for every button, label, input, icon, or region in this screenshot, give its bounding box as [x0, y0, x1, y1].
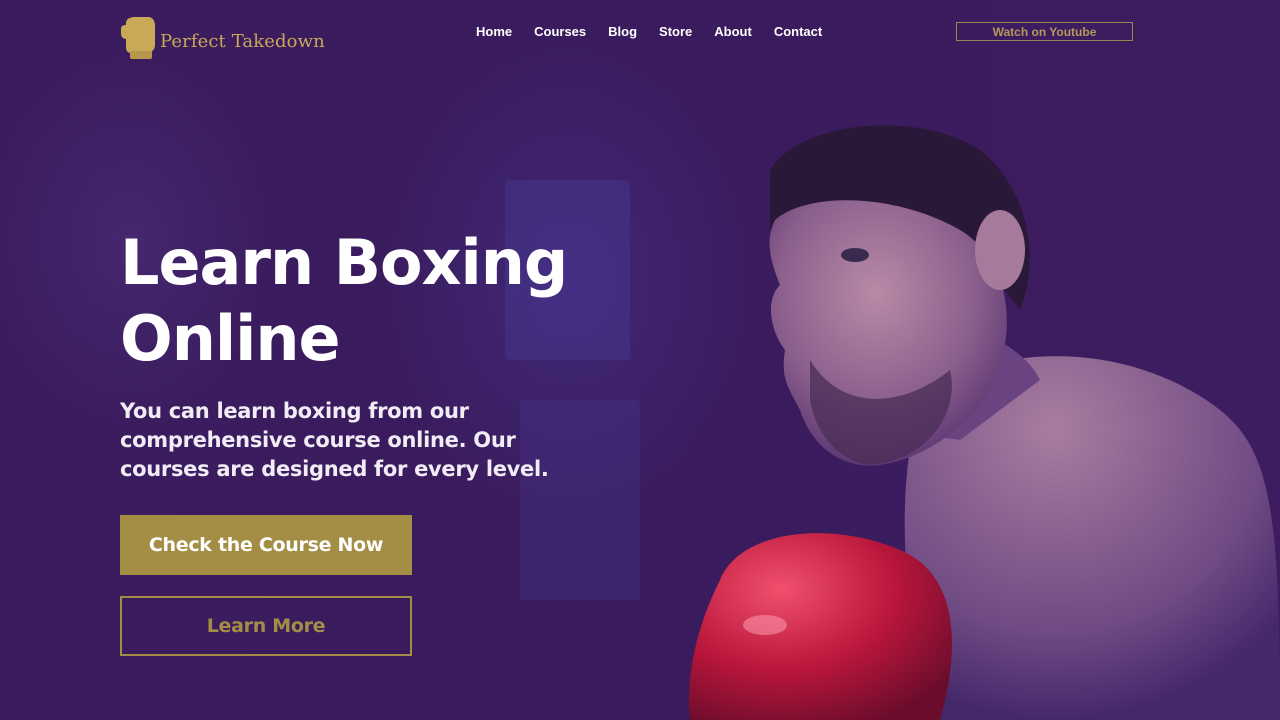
nav-item-store[interactable]: Store [659, 24, 692, 39]
hero-title: Learn Boxing Online [120, 225, 620, 377]
nav-item-home[interactable]: Home [476, 24, 512, 39]
logo-text: Perfect Takedown [160, 30, 325, 52]
nav-item-blog[interactable]: Blog [608, 24, 637, 39]
boxing-glove-icon [121, 17, 155, 59]
watch-on-youtube-button[interactable]: Watch on Youtube [956, 22, 1133, 41]
hero-subtitle: You can learn boxing from our comprehens… [120, 399, 549, 481]
site-header: Perfect Takedown Home Courses Blog Store… [0, 0, 1280, 64]
hero-title-line2: Online [120, 302, 341, 375]
learn-more-button[interactable]: Learn More [120, 596, 412, 656]
main-nav: Home Courses Blog Store About Contact [476, 24, 822, 39]
nav-item-courses[interactable]: Courses [534, 24, 586, 39]
hero-title-line1: Learn Boxing [120, 226, 568, 299]
logo-link[interactable]: Perfect Takedown [120, 17, 325, 59]
nav-item-about[interactable]: About [714, 24, 752, 39]
check-course-button[interactable]: Check the Course Now [120, 515, 412, 575]
boxer-photo [689, 125, 1280, 720]
nav-item-contact[interactable]: Contact [774, 24, 822, 39]
